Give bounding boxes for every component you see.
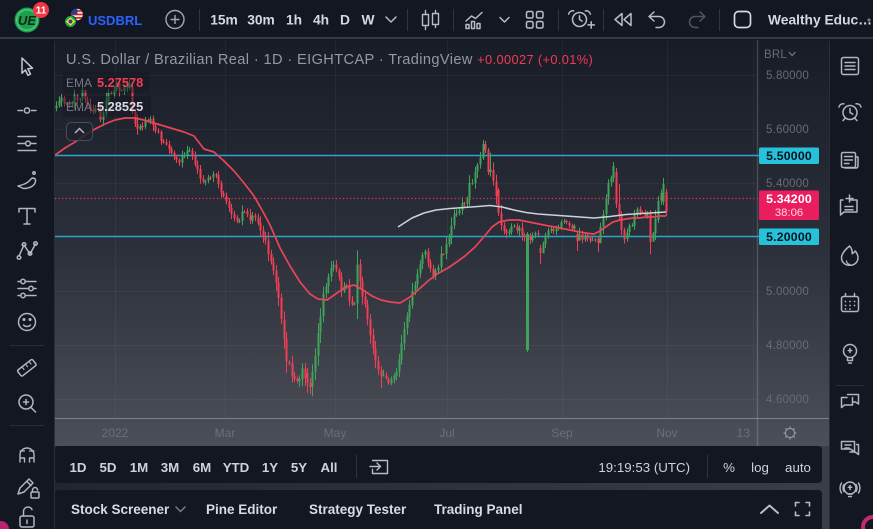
svg-text:EMA 5.28525: EMA 5.28525 (66, 99, 143, 114)
svg-text:5.40000: 5.40000 (766, 178, 809, 190)
svg-text:5D: 5D (100, 460, 117, 475)
svg-text:5.50000: 5.50000 (766, 149, 812, 163)
svg-text:1h: 1h (286, 13, 302, 28)
svg-text:EMA 5.27578: EMA 5.27578 (66, 75, 143, 90)
svg-text:USDBRL: USDBRL (88, 13, 142, 28)
svg-text:Pine Editor: Pine Editor (206, 502, 278, 517)
svg-text:5.60000: 5.60000 (766, 124, 809, 136)
svg-text:11: 11 (36, 6, 47, 17)
svg-text:Stock Screener: Stock Screener (71, 502, 170, 517)
svg-text:4.60000: 4.60000 (766, 394, 809, 406)
svg-text:38:06: 38:06 (775, 207, 803, 219)
svg-text:Wealthy Educ…: Wealthy Educ… (768, 13, 872, 28)
svg-text:D: D (340, 13, 350, 28)
svg-text:Sep: Sep (551, 426, 573, 440)
svg-text:May: May (324, 426, 347, 440)
svg-text:13: 13 (737, 426, 751, 440)
svg-text:Strategy Tester: Strategy Tester (309, 502, 407, 517)
svg-text:6M: 6M (193, 460, 211, 475)
svg-text:1D: 1D (70, 460, 87, 475)
svg-text:log: log (751, 460, 769, 475)
svg-text:4.80000: 4.80000 (766, 340, 809, 352)
svg-text:1M: 1M (130, 460, 148, 475)
svg-text:UE: UE (18, 13, 36, 28)
svg-text:15m: 15m (210, 13, 238, 28)
svg-text:5.00000: 5.00000 (766, 286, 809, 298)
svg-text:5.20000: 5.20000 (766, 230, 812, 244)
svg-text:1Y: 1Y (262, 460, 278, 475)
svg-text:Nov: Nov (656, 426, 677, 440)
svg-text:2022: 2022 (102, 426, 129, 440)
svg-text:3M: 3M (161, 460, 179, 475)
svg-text:Trading Panel: Trading Panel (434, 502, 523, 517)
svg-text:BRL: BRL (764, 49, 787, 61)
svg-text:W: W (361, 13, 375, 28)
svg-text:5Y: 5Y (291, 460, 307, 475)
svg-text:U.S. Dollar / Brazilian Real ·: U.S. Dollar / Brazilian Real · 1D · EIGH… (66, 52, 593, 68)
svg-text:4h: 4h (313, 13, 329, 28)
svg-text:5.80000: 5.80000 (766, 70, 809, 82)
svg-text:Mar: Mar (215, 426, 236, 440)
svg-text:5.34200: 5.34200 (766, 192, 812, 206)
svg-text:auto: auto (785, 460, 811, 475)
svg-text:%: % (723, 460, 735, 475)
svg-text:19:19:53 (UTC): 19:19:53 (UTC) (598, 460, 690, 475)
svg-text:30m: 30m (247, 13, 275, 28)
svg-text:Jul: Jul (439, 426, 454, 440)
svg-text:YTD: YTD (223, 460, 250, 475)
svg-text:All: All (321, 460, 338, 475)
